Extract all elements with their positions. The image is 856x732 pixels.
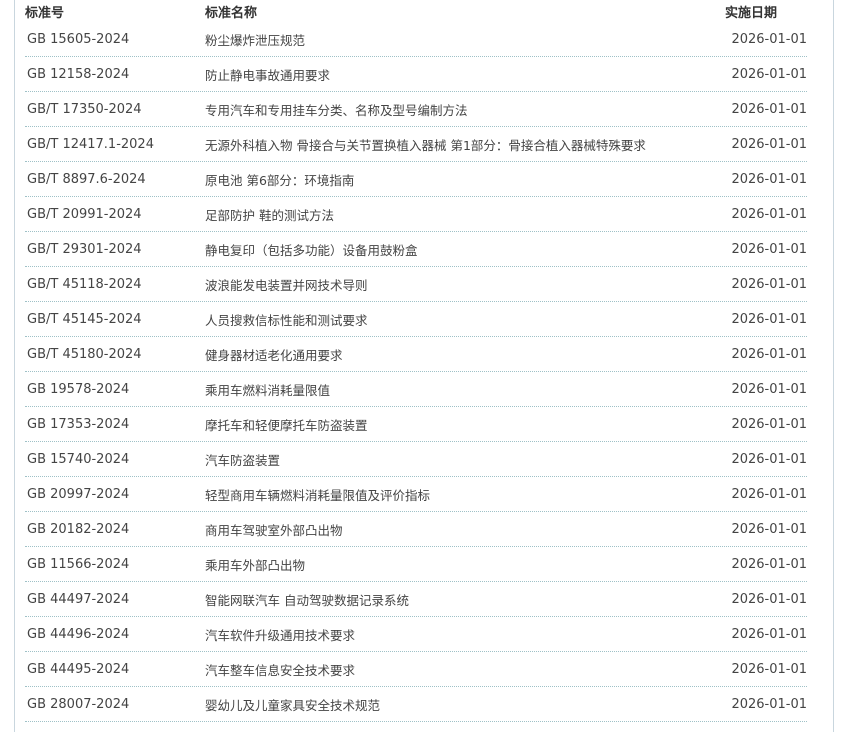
- standard-code: GB/T 45118-2024: [27, 276, 142, 292]
- table-row[interactable]: GB 44497-2024 智能网联汽车 自动驾驶数据记录系统 2026-01-01: [25, 582, 807, 617]
- table-row[interactable]: GB 20182-2024 商用车驾驶室外部凸出物 2026-01-01: [25, 512, 807, 547]
- table-row[interactable]: GB/T 20991-2024 足部防护 鞋的测试方法 2026-01-01: [25, 197, 807, 232]
- table-row[interactable]: GB 15740-2024 汽车防盗装置 2026-01-01: [25, 442, 807, 477]
- table-row[interactable]: GB/T 45145-2024 人员搜救信标性能和测试要求 2026-01-01: [25, 302, 807, 337]
- table-row[interactable]: GB 12158-2024 防止静电事故通用要求 2026-01-01: [25, 57, 807, 92]
- standard-code: GB/T 20991-2024: [27, 206, 142, 222]
- standard-code: GB 15740-2024: [27, 451, 130, 467]
- standard-name-link[interactable]: 婴幼儿及儿童家具安全技术规范: [205, 695, 725, 714]
- effective-date: 2026-01-01: [731, 206, 807, 222]
- standard-name-link[interactable]: 人员搜救信标性能和测试要求: [205, 310, 725, 329]
- standard-name-link[interactable]: 原电池 第6部分：环境指南: [205, 170, 725, 189]
- table-row[interactable]: GB/T 29301-2024 静电复印（包括多功能）设备用鼓粉盒 2026-01-…: [25, 232, 807, 267]
- standard-code: GB 20182-2024: [27, 521, 130, 537]
- table-row[interactable]: GB 44495-2024 汽车整车信息安全技术要求 2026-01-01: [25, 652, 807, 687]
- standard-name-link[interactable]: 乘用车燃料消耗量限值: [205, 380, 725, 399]
- standard-name-link[interactable]: 足部防护 鞋的测试方法: [205, 205, 725, 224]
- standard-code: GB 15605-2024: [27, 31, 130, 47]
- table-row[interactable]: GB/T 12417.1-2024 无源外科植入物 骨接合与关节置换植入器械 第1…: [25, 127, 807, 162]
- header-standard-name: 标准名称: [205, 5, 258, 21]
- table-body: GB 15605-2024 粉尘爆炸泄压规范 2026-01-01 GB 12158-…: [25, 22, 807, 722]
- standard-code: GB 44497-2024: [27, 591, 130, 607]
- standard-code: GB 12158-2024: [27, 66, 130, 82]
- standard-code: GB/T 45180-2024: [27, 346, 142, 362]
- standard-name-link[interactable]: 静电复印（包括多功能）设备用鼓粉盒: [205, 240, 725, 259]
- standard-name-link[interactable]: 商用车驾驶室外部凸出物: [205, 520, 725, 539]
- effective-date: 2026-01-01: [731, 486, 807, 502]
- effective-date: 2026-01-01: [731, 556, 807, 572]
- standard-code: GB/T 29301-2024: [27, 241, 142, 257]
- table-row[interactable]: GB 11566-2024 乘用车外部凸出物 2026-01-01: [25, 547, 807, 582]
- table-row[interactable]: GB 44496-2024 汽车软件升级通用技术要求 2026-01-01: [25, 617, 807, 652]
- standard-name-link[interactable]: 汽车整车信息安全技术要求: [205, 660, 725, 679]
- standard-code: GB/T 12417.1-2024: [27, 136, 154, 152]
- standard-code: GB 20997-2024: [27, 486, 130, 502]
- effective-date: 2026-01-01: [731, 626, 807, 642]
- effective-date: 2026-01-01: [731, 416, 807, 432]
- table-row[interactable]: GB 17353-2024 摩托车和轻便摩托车防盗装置 2026-01-01: [25, 407, 807, 442]
- table-row[interactable]: GB 19578-2024 乘用车燃料消耗量限值 2026-01-01: [25, 372, 807, 407]
- effective-date: 2026-01-01: [731, 451, 807, 467]
- standard-name-link[interactable]: 防止静电事故通用要求: [205, 65, 725, 84]
- table-row[interactable]: GB/T 17350-2024 专用汽车和专用挂车分类、名称及型号编制方法 2026…: [25, 92, 807, 127]
- effective-date: 2026-01-01: [731, 136, 807, 152]
- standard-code: GB/T 17350-2024: [27, 101, 142, 117]
- header-standard-code: 标准号: [25, 5, 65, 21]
- standard-code: GB 11566-2024: [27, 556, 130, 572]
- effective-date: 2026-01-01: [731, 276, 807, 292]
- standard-name-link[interactable]: 摩托车和轻便摩托车防盗装置: [205, 415, 725, 434]
- standard-name-link[interactable]: 波浪能发电装置并网技术导则: [205, 275, 725, 294]
- table-row[interactable]: GB/T 8897.6-2024 原电池 第6部分：环境指南 2026-01-01: [25, 162, 807, 197]
- effective-date: 2026-01-01: [731, 591, 807, 607]
- standard-name-link[interactable]: 汽车软件升级通用技术要求: [205, 625, 725, 644]
- effective-date: 2026-01-01: [731, 311, 807, 327]
- standard-name-link[interactable]: 无源外科植入物 骨接合与关节置换植入器械 第1部分：骨接合植入器械特殊要求: [205, 135, 725, 154]
- effective-date: 2026-01-01: [731, 346, 807, 362]
- effective-date: 2026-01-01: [731, 31, 807, 47]
- standard-name-link[interactable]: 专用汽车和专用挂车分类、名称及型号编制方法: [205, 100, 725, 119]
- standard-name-link[interactable]: 健身器材适老化通用要求: [205, 345, 725, 364]
- standard-name-link[interactable]: 轻型商用车辆燃料消耗量限值及评价指标: [205, 485, 725, 504]
- effective-date: 2026-01-01: [731, 521, 807, 537]
- effective-date: 2026-01-01: [731, 171, 807, 187]
- standard-code: GB/T 45145-2024: [27, 311, 142, 327]
- table-row[interactable]: GB/T 45180-2024 健身器材适老化通用要求 2026-01-01: [25, 337, 807, 372]
- table-row[interactable]: GB 15605-2024 粉尘爆炸泄压规范 2026-01-01: [25, 22, 807, 57]
- table-row[interactable]: GB 28007-2024 婴幼儿及儿童家具安全技术规范 2026-01-01: [25, 687, 807, 722]
- table-row[interactable]: GB/T 45118-2024 波浪能发电装置并网技术导则 2026-01-01: [25, 267, 807, 302]
- effective-date: 2026-01-01: [731, 241, 807, 257]
- standard-code: GB 28007-2024: [27, 696, 130, 712]
- table-header: 标准号 标准名称 实施日期: [25, 0, 807, 22]
- standard-code: GB/T 8897.6-2024: [27, 171, 146, 187]
- standard-code: GB 44496-2024: [27, 626, 130, 642]
- standard-code: GB 17353-2024: [27, 416, 130, 432]
- standard-name-link[interactable]: 乘用车外部凸出物: [205, 555, 725, 574]
- effective-date: 2026-01-01: [731, 66, 807, 82]
- standards-panel: 标准号 标准名称 实施日期 GB 15605-2024 粉尘爆炸泄压规范 2026-…: [14, 0, 834, 732]
- standard-name-link[interactable]: 汽车防盗装置: [205, 450, 725, 469]
- standards-table: 标准号 标准名称 实施日期 GB 15605-2024 粉尘爆炸泄压规范 2026-…: [25, 0, 807, 722]
- standard-name-link[interactable]: 粉尘爆炸泄压规范: [205, 30, 725, 49]
- standard-code: GB 44495-2024: [27, 661, 130, 677]
- standard-name-link[interactable]: 智能网联汽车 自动驾驶数据记录系统: [205, 590, 725, 609]
- standard-code: GB 19578-2024: [27, 381, 130, 397]
- table-row[interactable]: GB 20997-2024 轻型商用车辆燃料消耗量限值及评价指标 2026-01-0…: [25, 477, 807, 512]
- header-effective-date: 实施日期: [725, 5, 778, 21]
- effective-date: 2026-01-01: [731, 696, 807, 712]
- effective-date: 2026-01-01: [731, 661, 807, 677]
- effective-date: 2026-01-01: [731, 101, 807, 117]
- effective-date: 2026-01-01: [731, 381, 807, 397]
